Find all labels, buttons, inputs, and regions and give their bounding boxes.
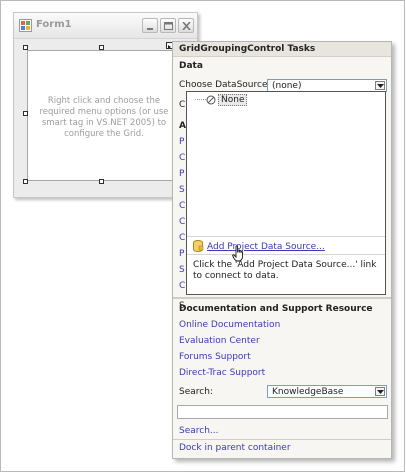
- clipped-link[interactable]: P: [179, 137, 184, 147]
- database-icon: [193, 240, 204, 252]
- form1-window: Form1 Right click and choose the require…: [13, 12, 198, 198]
- divider: [187, 236, 385, 237]
- maximize-button[interactable]: [160, 18, 176, 33]
- clipped-link[interactable]: C: [179, 153, 185, 163]
- maximize-icon: [164, 22, 173, 30]
- form1-title: Form1: [36, 19, 72, 30]
- divider: [173, 439, 391, 440]
- data-section-title: Data: [179, 61, 203, 71]
- search-scope-value: KnowledgeBase: [272, 387, 344, 397]
- clipped-item: C: [179, 100, 186, 110]
- search-scope-dropdown-button[interactable]: [375, 387, 385, 396]
- resize-handle[interactable]: [99, 45, 104, 50]
- none-datasource-icon: [206, 95, 216, 105]
- close-button[interactable]: [178, 18, 194, 33]
- tree-item-none[interactable]: None: [218, 94, 248, 106]
- clipped-link[interactable]: C: [179, 233, 185, 243]
- direct-trac-support-link[interactable]: Direct-Trac Support: [179, 368, 265, 378]
- design-hint-text: Right click and choose the required menu…: [39, 96, 169, 139]
- form-app-icon: [19, 19, 32, 32]
- hand-cursor-icon: [232, 245, 243, 262]
- form1-titlebar[interactable]: Form1: [14, 13, 197, 39]
- add-project-data-source-link[interactable]: Add Project Data Source...: [207, 242, 325, 252]
- resize-handle[interactable]: [23, 179, 28, 184]
- datasource-value: (none): [272, 81, 302, 91]
- search-input[interactable]: [177, 405, 388, 419]
- clipped-link[interactable]: C: [179, 217, 185, 227]
- clipped-link[interactable]: C: [179, 201, 185, 211]
- resize-handle[interactable]: [99, 179, 104, 184]
- form1-client-area: Right click and choose the required menu…: [18, 42, 193, 194]
- search-link[interactable]: Search...: [179, 426, 219, 436]
- clipped-link[interactable]: S: [179, 185, 185, 195]
- tasks-panel-header: GridGroupingControl Tasks: [173, 42, 391, 57]
- docs-section-title: Documentation and Support Resource: [179, 304, 373, 314]
- evaluation-center-link[interactable]: Evaluation Center: [179, 336, 260, 346]
- datasource-dropdown-button[interactable]: [375, 81, 385, 90]
- clipped-link[interactable]: P: [179, 249, 184, 259]
- forums-support-link[interactable]: Forums Support: [179, 352, 251, 362]
- clipped-section-title: A: [179, 121, 186, 131]
- clipped-link[interactable]: S: [179, 265, 185, 275]
- dropdown-help-text: Click the 'Add Project Data Source...' l…: [193, 260, 377, 281]
- grid-control-surface[interactable]: Right click and choose the required menu…: [27, 50, 177, 181]
- minimize-icon: [147, 28, 153, 30]
- search-label: Search:: [179, 387, 213, 397]
- clipped-link[interactable]: P: [179, 169, 184, 179]
- search-scope-combo[interactable]: KnowledgeBase: [267, 385, 387, 398]
- online-documentation-link[interactable]: Online Documentation: [179, 320, 280, 330]
- dock-in-parent-link[interactable]: Dock in parent container: [179, 443, 291, 453]
- divider: [173, 298, 391, 299]
- choose-datasource-label: Choose DataSource: [179, 80, 268, 90]
- datasource-dropdown-list: None Add Project Data Source... Click th…: [186, 91, 386, 295]
- resize-handle[interactable]: [23, 111, 28, 116]
- minimize-button[interactable]: [142, 18, 158, 33]
- chevron-down-icon: [377, 84, 384, 88]
- close-icon: [182, 22, 191, 30]
- resize-handle[interactable]: [23, 45, 28, 50]
- clipped-link[interactable]: C: [179, 281, 185, 291]
- chevron-down-icon: [377, 390, 384, 394]
- divider: [187, 254, 385, 255]
